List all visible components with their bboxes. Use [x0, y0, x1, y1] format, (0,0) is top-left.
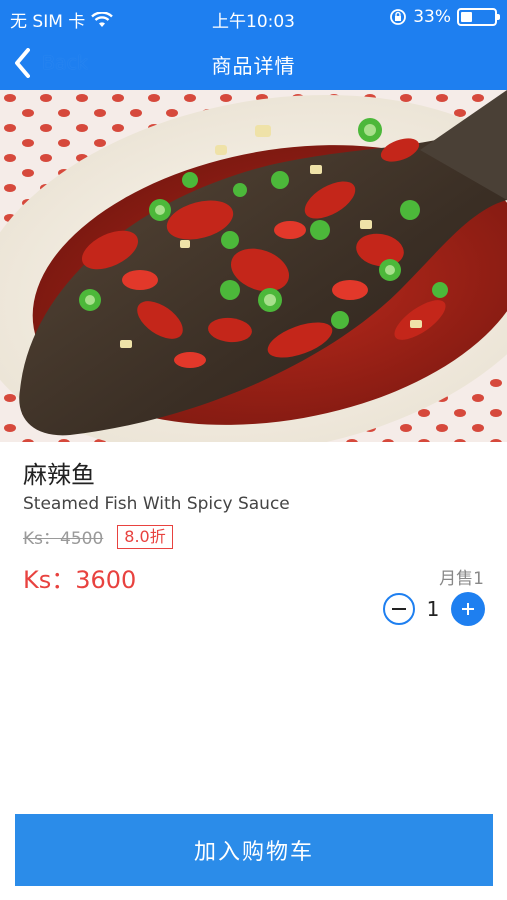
original-price: Ks：4500	[23, 529, 104, 549]
battery-percent: 33%	[413, 7, 451, 27]
status-bar: 无 SIM 卡 上午10:03 33%	[0, 0, 507, 36]
status-right: 33%	[389, 7, 500, 27]
fish-dish-image	[0, 90, 507, 442]
product-english-name: Steamed Fish With Spicy Sauce	[23, 494, 290, 514]
increase-quantity-button[interactable]	[451, 592, 485, 626]
current-price: Ks：3600	[23, 566, 137, 594]
nav-bar: Back 商品详情	[0, 36, 507, 90]
discount-badge: 8.0折	[117, 524, 173, 549]
decrease-quantity-button[interactable]	[383, 593, 415, 625]
price-row: Ks：4500 8.0折	[23, 524, 173, 549]
monthly-sales: 月售1	[439, 569, 484, 589]
product-image	[0, 90, 507, 442]
battery-icon	[457, 8, 500, 26]
orientation-lock-icon	[390, 9, 407, 25]
page-title: 商品详情	[211, 54, 296, 78]
add-to-cart-button[interactable]: 加入购物车	[15, 814, 493, 886]
product-name: 麻辣鱼	[23, 461, 95, 489]
quantity-stepper: 1	[383, 592, 485, 626]
battery-level	[461, 12, 472, 22]
quantity-value: 1	[426, 597, 440, 621]
